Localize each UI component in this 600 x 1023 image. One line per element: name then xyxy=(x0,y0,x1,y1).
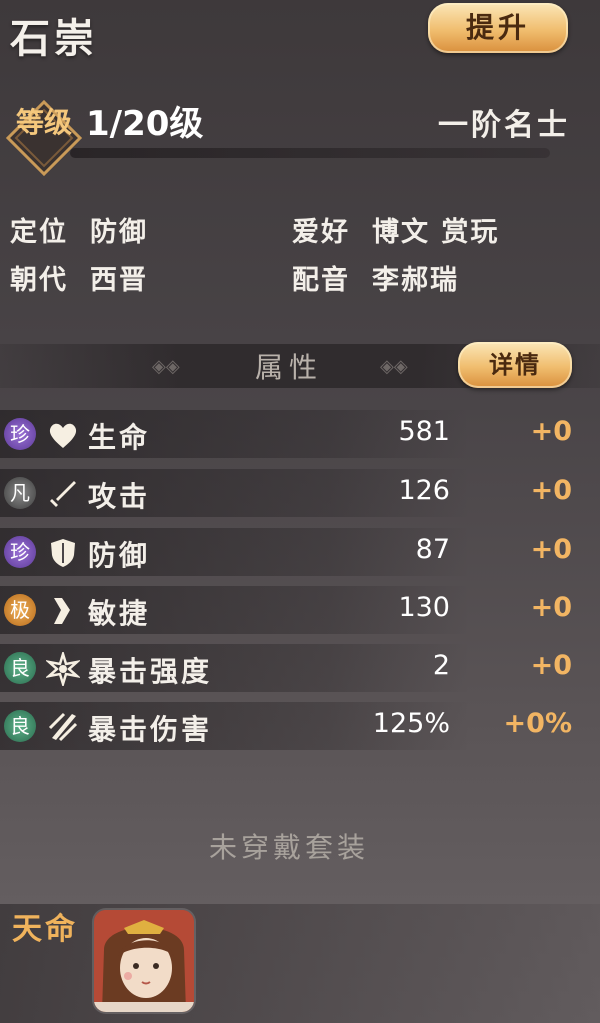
attr-bonus: +0% xyxy=(503,708,572,739)
details-button[interactable]: 详情 xyxy=(458,342,572,388)
grade-badge: 良 xyxy=(4,710,36,742)
attr-name: 生命 xyxy=(88,421,151,454)
grade-badge: 珍 xyxy=(4,418,36,450)
attr-bonus: +0 xyxy=(530,534,572,565)
attr-row-agility[interactable]: 极 敏捷 130 +0 xyxy=(0,582,600,636)
attr-row-defense[interactable]: 珍 防御 87 +0 xyxy=(0,524,600,578)
attr-bonus: +0 xyxy=(530,475,572,506)
promote-button[interactable]: 提升 xyxy=(428,3,568,53)
level-progress-bar xyxy=(70,148,550,158)
rank-title: 一阶名士 xyxy=(438,108,570,143)
voice-info: 配音 李郝瑞 xyxy=(292,265,459,296)
attr-value: 581 xyxy=(398,416,450,447)
attr-row-hp[interactable]: 珍 生命 581 +0 xyxy=(0,406,600,460)
fate-portrait[interactable] xyxy=(94,910,194,1012)
shield-icon xyxy=(51,539,75,567)
attr-value: 125% xyxy=(372,708,450,739)
attr-name: 暴击强度 xyxy=(88,655,213,688)
hero-name: 石崇 xyxy=(10,15,98,62)
sword-icon xyxy=(50,481,76,507)
character-portrait-icon xyxy=(94,910,194,1012)
attr-name: 攻击 xyxy=(88,480,151,513)
fate-section xyxy=(0,904,600,1023)
attr-value: 130 xyxy=(398,592,450,623)
attr-value: 2 xyxy=(432,650,450,681)
hobby-info: 爱好 博文 赏玩 xyxy=(292,217,500,248)
heart-icon xyxy=(49,423,77,448)
attr-bonus: +0 xyxy=(530,650,572,681)
attr-name: 暴击伤害 xyxy=(88,713,213,746)
attr-value: 87 xyxy=(415,534,450,565)
dynasty-info: 朝代 西晋 xyxy=(10,265,148,296)
attr-bonus: +0 xyxy=(530,416,572,447)
grade-badge: 良 xyxy=(4,652,36,684)
attr-value: 126 xyxy=(398,475,450,506)
equipment-set-status: 未穿戴套装 xyxy=(208,831,369,864)
fate-label: 天命 xyxy=(12,912,78,947)
star-burst-icon xyxy=(46,652,80,686)
attr-name: 防御 xyxy=(88,539,151,572)
boot-icon xyxy=(54,598,70,624)
attr-name: 敏捷 xyxy=(88,597,151,630)
grade-badge: 凡 xyxy=(4,477,36,509)
attr-row-crit-strength[interactable]: 良 暴击强度 2 +0 xyxy=(0,640,600,694)
grade-badge: 极 xyxy=(4,594,36,626)
attr-bonus: +0 xyxy=(530,592,572,623)
level-badge-icon: 等级 xyxy=(5,99,83,177)
slash-icon xyxy=(48,712,78,742)
grade-badge: 珍 xyxy=(4,536,36,568)
position-info: 定位 防御 xyxy=(10,217,148,248)
level-value: 1/20级 xyxy=(86,104,204,144)
attr-row-crit-damage[interactable]: 良 暴击伤害 125% +0% xyxy=(0,698,600,752)
attr-row-attack[interactable]: 凡 攻击 126 +0 xyxy=(0,465,600,519)
